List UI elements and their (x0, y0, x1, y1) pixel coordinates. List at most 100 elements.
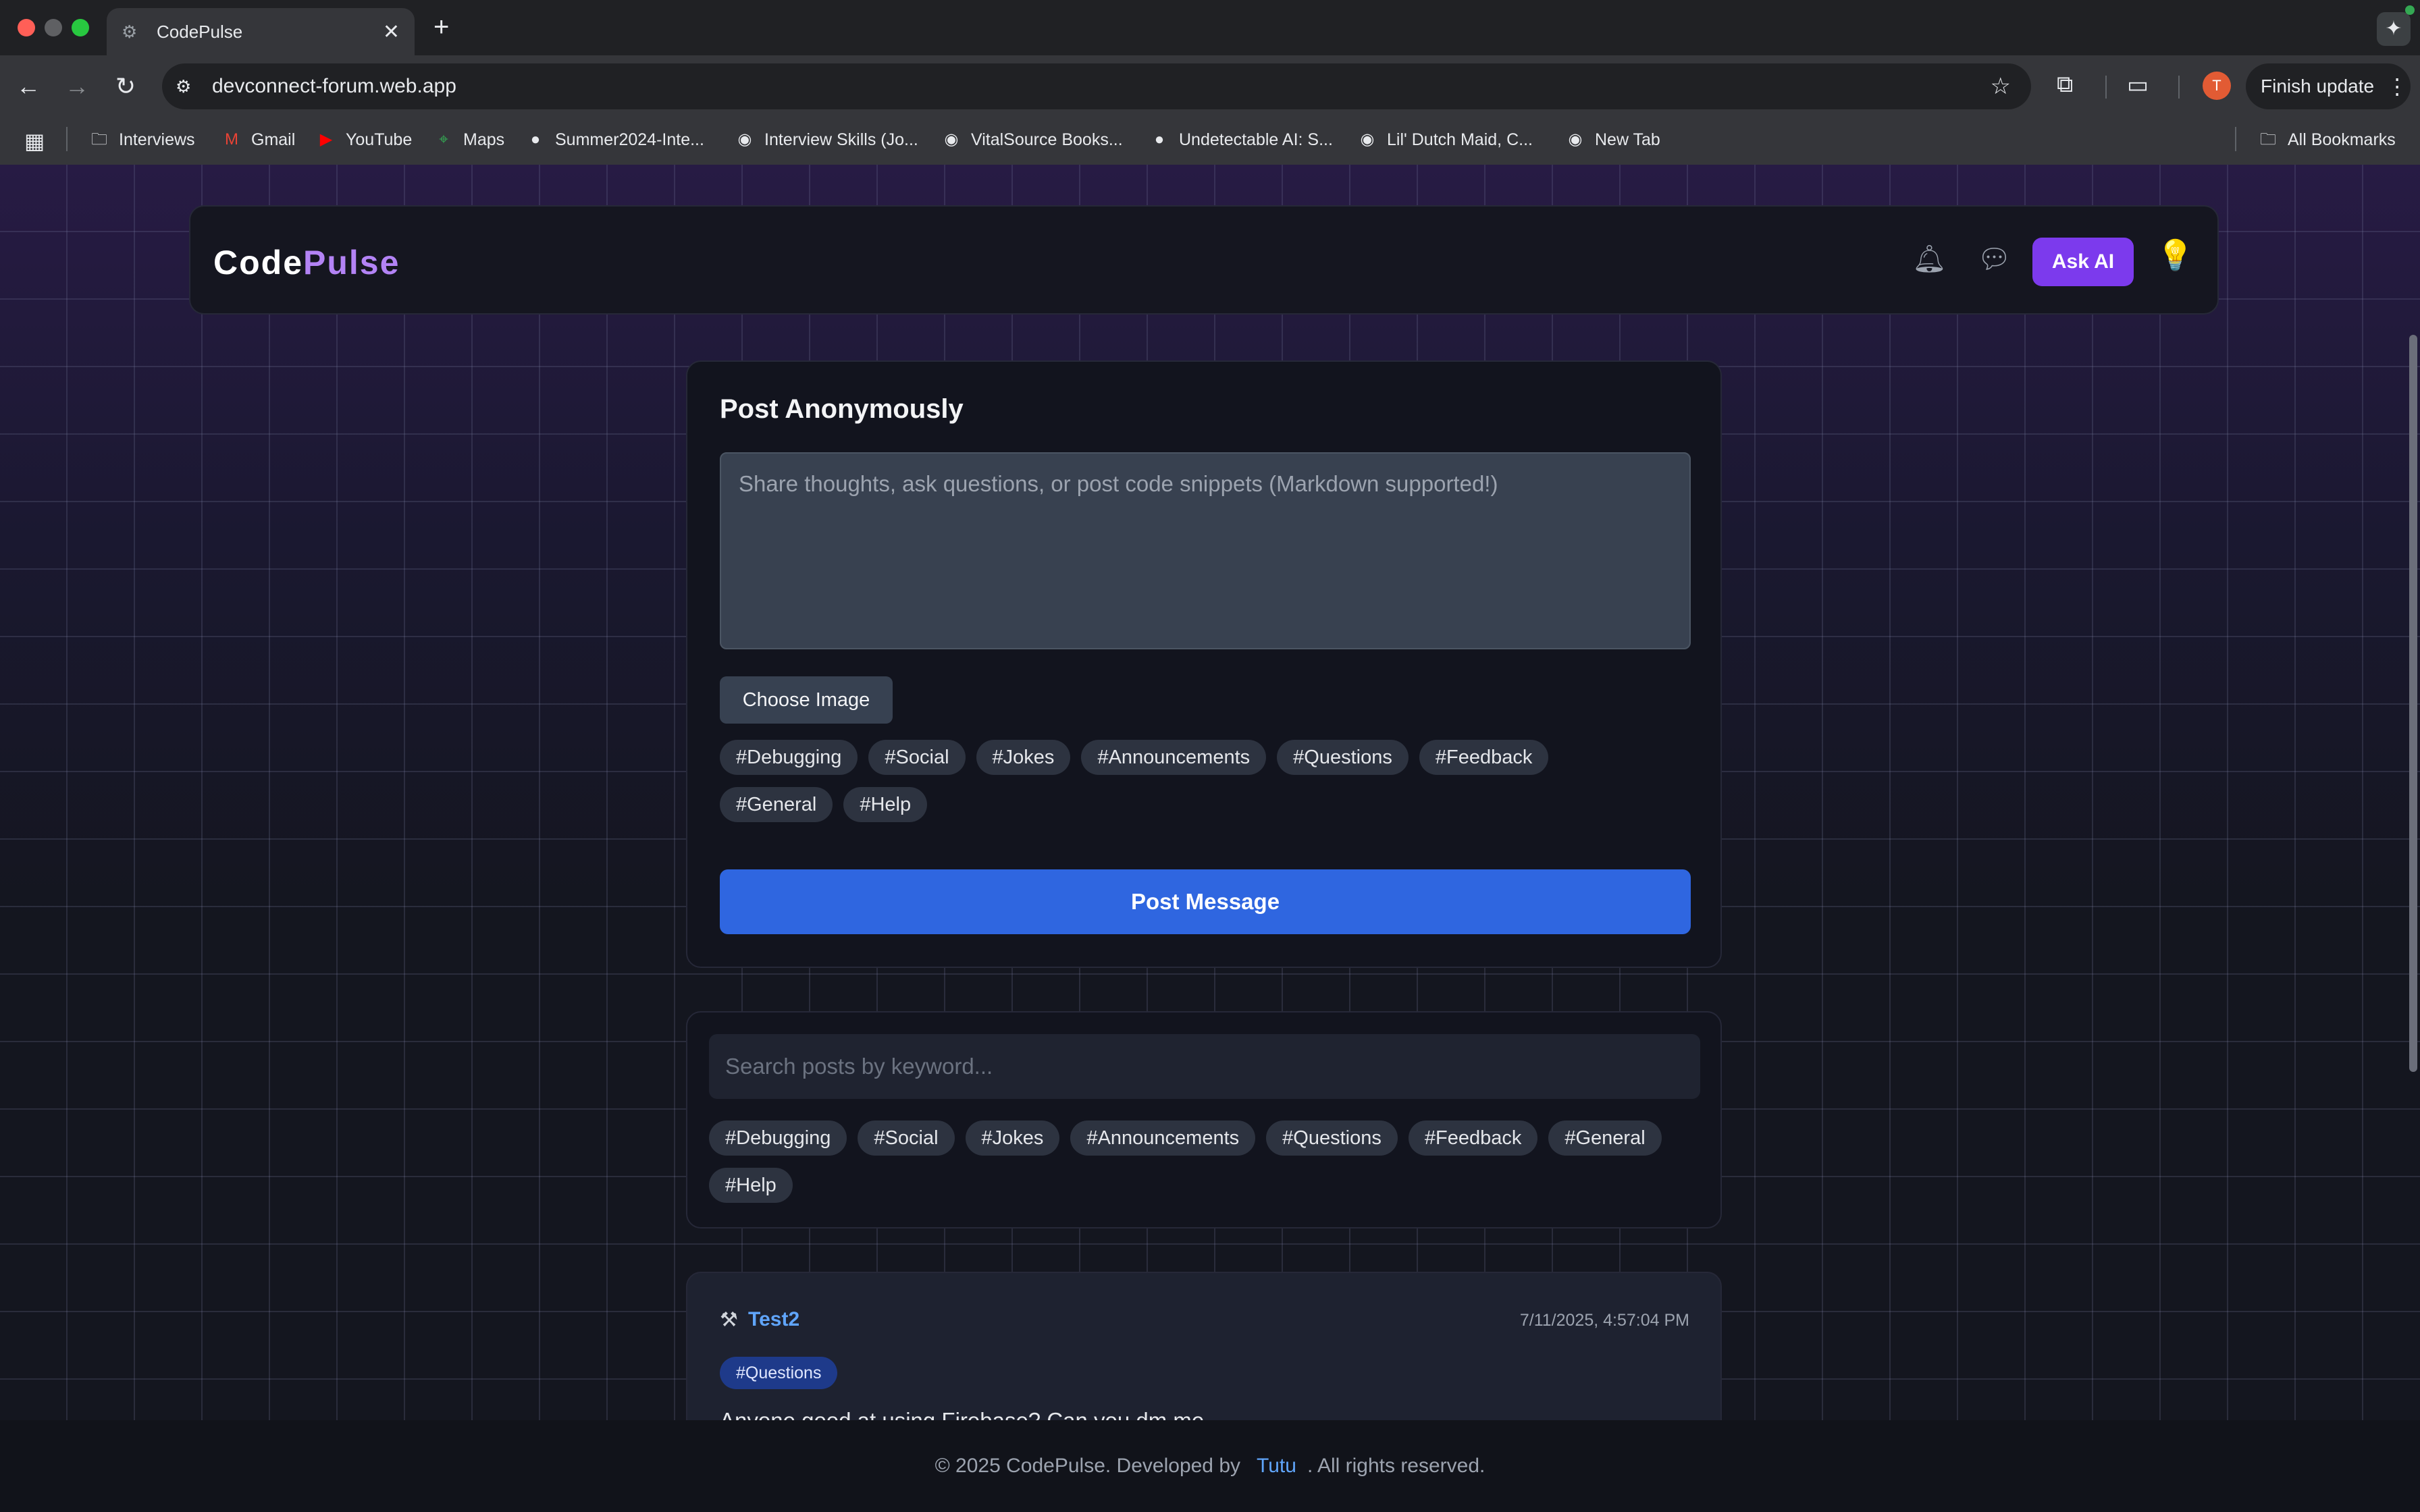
apps-grid-icon[interactable]: ▦ (24, 128, 45, 154)
chat-bubble-icon[interactable]: 💬︎ (1977, 243, 2011, 275)
bookmark-vitalsource[interactable]: ◉ VitalSource Books... (941, 130, 1123, 150)
bookmark-star-icon[interactable]: ☆ (1991, 73, 2011, 100)
bookmark-gmail[interactable]: M Gmail (221, 130, 295, 150)
bookmark-interviews[interactable]: 🗀 Interviews (89, 130, 195, 150)
bookmark-label: Lil' Dutch Maid, C... (1387, 130, 1533, 149)
bookmarks-divider (66, 127, 68, 151)
bookmark-label: YouTube (346, 130, 413, 149)
bell-icon[interactable]: 🔔︎ (1912, 243, 1947, 275)
tag-social[interactable]: #Social (868, 740, 966, 775)
page-scrollbar[interactable] (2409, 335, 2417, 1072)
bookmark-new-tab[interactable]: ◉ New Tab (1565, 130, 1660, 150)
toolbar-divider (2178, 76, 2180, 99)
window-minimize-button[interactable] (45, 19, 62, 36)
reload-icon[interactable]: ↻ (107, 68, 144, 105)
bookmark-label: Gmail (251, 130, 296, 149)
search-card: Search posts by keyword... #Debugging #S… (686, 1011, 1722, 1228)
footer-developer-link[interactable]: Tutu (1257, 1455, 1296, 1478)
filter-tag-list: #Debugging #Social #Jokes #Announcements… (709, 1120, 1708, 1203)
post-message-button[interactable]: Post Message (720, 869, 1691, 934)
browser-chrome: ⚙ CodePulse ✕ + ✦ ← → ↻ ⚙ devconnect-for… (0, 0, 2420, 165)
page-viewport: CodePulse 🔔︎ 💬︎ Ask AI 💡 Post Anonymousl… (0, 165, 2420, 1420)
post-body: Anyone good at using Firebase? Can you d… (720, 1408, 1204, 1420)
feed-post-card[interactable]: ⚒ Test2 7/11/2025, 4:57:04 PM #Questions… (686, 1272, 1722, 1420)
hammer-wrench-icon: ⚒ (720, 1309, 738, 1331)
filter-tag-questions[interactable]: #Questions (1266, 1120, 1398, 1156)
composer-tag-list: #Debugging #Social #Jokes #Announcements… (720, 740, 1652, 822)
gemini-icon[interactable]: ✦ (2377, 12, 2411, 46)
tag-feedback[interactable]: #Feedback (1419, 740, 1549, 775)
finish-update-button[interactable]: Finish update ⋮ (2246, 63, 2411, 109)
address-bar[interactable]: ⚙ devconnect-forum.web.app ☆ (162, 63, 2031, 109)
tag-jokes[interactable]: #Jokes (976, 740, 1071, 775)
ask-ai-button[interactable]: Ask AI (2032, 238, 2134, 286)
tag-announcements[interactable]: #Announcements (1081, 740, 1267, 775)
site-logo[interactable]: CodePulse (213, 243, 400, 282)
search-input[interactable]: Search posts by keyword... (709, 1034, 1700, 1099)
folder-icon: 🗀 (2260, 130, 2276, 148)
post-timestamp: 7/11/2025, 4:57:04 PM (1519, 1311, 1689, 1330)
tag-debugging[interactable]: #Debugging (720, 740, 858, 775)
post-textarea[interactable]: Share thoughts, ask questions, or post c… (720, 452, 1691, 649)
browser-toolbar: ← → ↻ ⚙ devconnect-forum.web.app ☆ ⧉ ▭ T… (0, 55, 2420, 117)
footer-rights: . All rights reserved. (1307, 1455, 1485, 1477)
tab-strip: ⚙ CodePulse ✕ + ✦ (0, 0, 2420, 55)
new-tab-icon[interactable]: + (433, 12, 449, 43)
maps-icon: ⌖ (439, 130, 448, 148)
bookmarks-divider (2235, 127, 2236, 151)
filter-tag-jokes[interactable]: #Jokes (965, 1120, 1060, 1156)
filter-tag-general[interactable]: #General (1548, 1120, 1662, 1156)
bookmark-label: Summer2024-Inte... (555, 130, 704, 149)
more-menu-icon[interactable]: ⋮ (2386, 74, 2408, 99)
extensions-icon[interactable]: ⧉ (2057, 72, 2073, 98)
window-close-button[interactable] (18, 19, 35, 36)
bookmark-label: Maps (463, 130, 505, 149)
bookmark-label: Undetectable AI: S... (1179, 130, 1333, 149)
post-tag-badge[interactable]: #Questions (720, 1357, 838, 1389)
browser-tab[interactable]: ⚙ CodePulse ✕ (107, 8, 415, 55)
finish-update-label: Finish update (2261, 76, 2375, 97)
filter-tag-help[interactable]: #Help (709, 1168, 793, 1203)
tab-favicon-icon: ⚙ (122, 22, 138, 42)
tag-general[interactable]: #General (720, 787, 833, 822)
tab-close-icon[interactable]: ✕ (383, 20, 400, 44)
all-bookmarks[interactable]: 🗀 All Bookmarks (2258, 130, 2396, 150)
bookmark-maps[interactable]: ⌖ Maps (433, 130, 504, 150)
bookmark-label: Interviews (119, 130, 195, 149)
post-composer-card: Post Anonymously Share thoughts, ask que… (686, 360, 1722, 968)
globe-icon: ◉ (1360, 130, 1375, 148)
footer-copyright: © 2025 CodePulse. Developed by (935, 1455, 1241, 1477)
tag-help[interactable]: #Help (843, 787, 928, 822)
cast-icon[interactable]: ▭ (2127, 72, 2149, 99)
bookmark-label: Interview Skills (Jo... (764, 130, 918, 149)
composer-title: Post Anonymously (720, 394, 964, 424)
bookmark-summer2024[interactable]: ● Summer2024-Inte... (525, 130, 704, 150)
filter-tag-feedback[interactable]: #Feedback (1408, 1120, 1538, 1156)
choose-image-button[interactable]: Choose Image (720, 676, 893, 724)
site-info-icon[interactable]: ⚙ (176, 76, 203, 97)
tab-title: CodePulse (157, 21, 243, 42)
notification-dot (2405, 5, 2415, 15)
bookmark-lil-dutch-maid[interactable]: ◉ Lil' Dutch Maid, C... (1357, 130, 1533, 150)
lightbulb-icon[interactable]: 💡 (2157, 238, 2194, 273)
bookmark-undetectable[interactable]: ● Undetectable AI: S... (1149, 130, 1333, 150)
window-zoom-button[interactable] (72, 19, 89, 36)
logo-text-code: Code (213, 244, 303, 281)
bookmark-youtube[interactable]: ▶ YouTube (316, 130, 412, 150)
forward-arrow-icon[interactable]: → (58, 68, 96, 105)
all-bookmarks-label: All Bookmarks (2288, 130, 2396, 149)
folder-icon: 🗀 (91, 130, 107, 148)
youtube-icon: ▶ (319, 130, 333, 148)
bookmark-interview-skills[interactable]: ◉ Interview Skills (Jo... (735, 130, 918, 150)
logo-text-pulse: Pulse (303, 244, 400, 281)
profile-avatar[interactable]: T (2203, 72, 2231, 100)
post-username[interactable]: Test2 (748, 1308, 799, 1331)
url-text[interactable]: devconnect-forum.web.app (212, 75, 1991, 98)
filter-tag-debugging[interactable]: #Debugging (709, 1120, 847, 1156)
back-arrow-icon[interactable]: ← (9, 68, 47, 105)
bookmark-label: New Tab (1595, 130, 1660, 149)
tag-questions[interactable]: #Questions (1277, 740, 1409, 775)
bookmark-label: VitalSource Books... (971, 130, 1123, 149)
filter-tag-social[interactable]: #Social (858, 1120, 955, 1156)
filter-tag-announcements[interactable]: #Announcements (1070, 1120, 1256, 1156)
